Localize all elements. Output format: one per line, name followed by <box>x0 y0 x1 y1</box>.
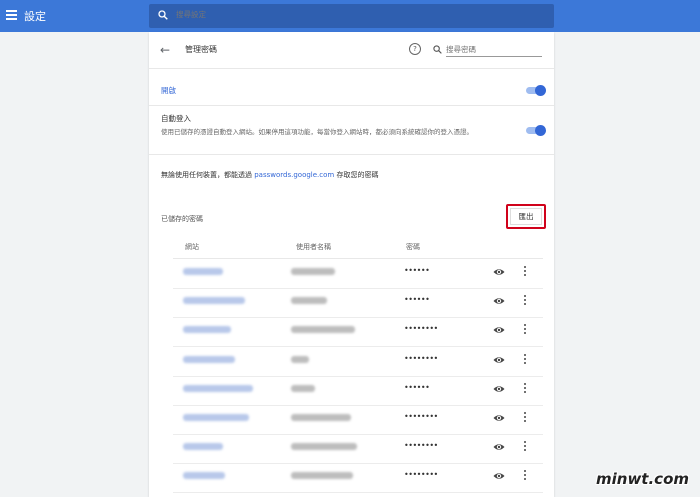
password-mask: •••••••• <box>404 353 438 363</box>
site-cell-blurred[interactable] <box>183 384 253 392</box>
password-mask: •••••• <box>404 382 430 392</box>
password-row: •••••• <box>173 289 543 319</box>
divider <box>149 154 554 155</box>
username-cell-blurred <box>291 472 353 480</box>
eye-icon[interactable] <box>493 414 505 422</box>
more-vert-icon[interactable] <box>523 470 527 481</box>
eye-icon[interactable] <box>493 297 505 305</box>
username-cell-blurred <box>291 355 309 363</box>
eye-icon[interactable] <box>493 443 505 451</box>
more-vert-icon[interactable] <box>523 382 527 394</box>
divider <box>173 258 543 259</box>
password-row: •••••• <box>173 260 543 289</box>
more-vert-icon[interactable] <box>523 295 527 306</box>
site-cell-blurred[interactable] <box>183 443 223 451</box>
password-mask: •••••••• <box>404 441 438 451</box>
menu-icon[interactable] <box>6 10 17 20</box>
username-cell-blurred <box>291 297 327 305</box>
passwords-google-link[interactable]: passwords.google.com <box>254 171 334 179</box>
saved-passwords-label: 已儲存的密碼 <box>161 215 203 223</box>
more-vert-icon[interactable] <box>523 266 527 277</box>
more-vert-icon[interactable] <box>523 441 527 452</box>
divider <box>149 105 554 106</box>
password-mask: •••••• <box>404 295 430 305</box>
column-header-password: 密碼 <box>406 243 420 251</box>
password-row: •••••••• <box>173 318 543 348</box>
password-row: •••••• <box>173 377 543 406</box>
sync-suffix: 存取您的密碼 <box>334 171 379 179</box>
manage-passwords-card: ← 管理密碼 ? 開啟 自動登入 使用已儲存的憑證自動登入網站。如果停用這項功能… <box>149 32 554 497</box>
username-cell-blurred <box>291 384 315 392</box>
eye-icon[interactable] <box>493 385 505 393</box>
site-cell-blurred[interactable] <box>183 326 231 334</box>
auto-signin-toggle[interactable] <box>526 125 546 136</box>
enabled-toggle[interactable] <box>526 85 546 96</box>
search-icon <box>158 10 168 20</box>
back-arrow-icon[interactable]: ← <box>160 43 170 57</box>
column-header-site: 網站 <box>185 243 199 251</box>
settings-search-input[interactable] <box>176 10 376 19</box>
more-vert-icon[interactable] <box>523 412 527 423</box>
password-mask: •••••••• <box>404 412 438 421</box>
password-mask: •••••• <box>404 266 430 275</box>
eye-icon[interactable] <box>493 472 505 480</box>
password-row: •••••••• <box>173 464 543 494</box>
divider <box>149 68 554 69</box>
username-cell-blurred <box>291 326 355 334</box>
sync-text: 無論使用任何裝置，都能透過 passwords.google.com 存取您的密… <box>161 170 378 180</box>
password-mask: •••••••• <box>404 324 438 334</box>
sync-prefix: 無論使用任何裝置，都能透過 <box>161 171 255 179</box>
more-vert-icon[interactable] <box>523 353 527 365</box>
app-title: 設定 <box>24 10 46 23</box>
search-icon <box>433 45 442 54</box>
password-mask: •••••••• <box>404 470 438 480</box>
top-app-bar: 設定 <box>0 0 700 32</box>
site-cell-blurred[interactable] <box>183 355 235 363</box>
eye-icon[interactable] <box>493 326 505 334</box>
password-row: •••••••• <box>173 348 543 377</box>
help-icon[interactable]: ? <box>409 43 421 55</box>
site-cell-blurred[interactable] <box>183 472 225 480</box>
username-cell-blurred <box>291 268 335 275</box>
eye-icon[interactable] <box>493 268 505 276</box>
settings-search-box[interactable] <box>149 4 554 28</box>
auto-signin-description: 使用已儲存的憑證自動登入網站。如果停用這項功能，每當你登入網站時，都必須向系統確… <box>161 128 473 136</box>
watermark: minwt.com <box>596 470 690 488</box>
site-cell-blurred[interactable] <box>183 268 223 275</box>
export-button[interactable]: 匯出 <box>506 204 546 229</box>
username-cell-blurred <box>291 414 351 421</box>
password-row: •••••••• <box>173 406 543 435</box>
more-vert-icon[interactable] <box>523 324 527 335</box>
site-cell-blurred[interactable] <box>183 414 249 421</box>
page-title: 管理密碼 <box>185 45 217 54</box>
column-header-username: 使用者名稱 <box>296 243 331 251</box>
site-cell-blurred[interactable] <box>183 297 245 305</box>
password-search-input[interactable] <box>446 42 542 57</box>
auto-signin-title: 自動登入 <box>161 114 191 123</box>
password-row: •••••••• <box>173 435 543 465</box>
username-cell-blurred <box>291 443 357 451</box>
eye-icon[interactable] <box>493 356 505 364</box>
enabled-label: 開啟 <box>161 86 176 95</box>
